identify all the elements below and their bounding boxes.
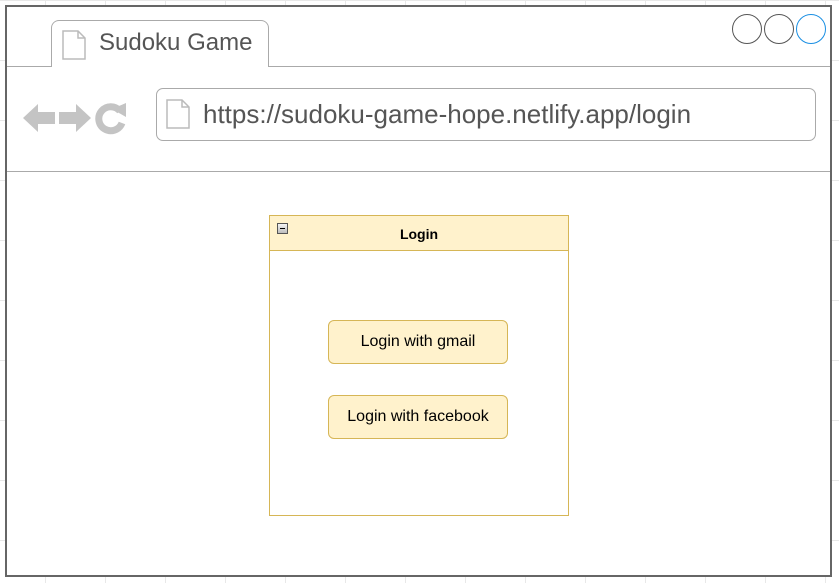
- browser-tab[interactable]: Sudoku Game: [51, 20, 269, 67]
- document-icon: [166, 99, 190, 129]
- forward-arrow-icon[interactable]: [58, 100, 92, 136]
- reload-icon[interactable]: [94, 100, 128, 136]
- login-panel-header: Login: [270, 216, 568, 251]
- login-title: Login: [399, 226, 439, 242]
- window-control-button[interactable]: [764, 14, 794, 44]
- browser-window: Sudoku Game https://sudoku-game-hope.net…: [5, 5, 832, 577]
- window-control-button[interactable]: [732, 14, 762, 44]
- navigation-controls: [22, 100, 128, 136]
- url-text: https://sudoku-game-hope.netlify.app/log…: [203, 99, 692, 129]
- back-arrow-icon[interactable]: [22, 100, 56, 136]
- window-controls: [732, 14, 826, 44]
- login-with-facebook-button[interactable]: Login with facebook: [328, 395, 508, 439]
- login-with-gmail-button[interactable]: Login with gmail: [328, 320, 508, 364]
- window-control-button-active[interactable]: [796, 14, 826, 44]
- tab-title: Sudoku Game: [99, 29, 253, 56]
- login-panel: Login Login with gmail Login with facebo…: [269, 215, 569, 516]
- address-bar[interactable]: https://sudoku-game-hope.netlify.app/log…: [156, 88, 816, 141]
- document-icon: [62, 30, 86, 60]
- content-divider: [7, 171, 830, 172]
